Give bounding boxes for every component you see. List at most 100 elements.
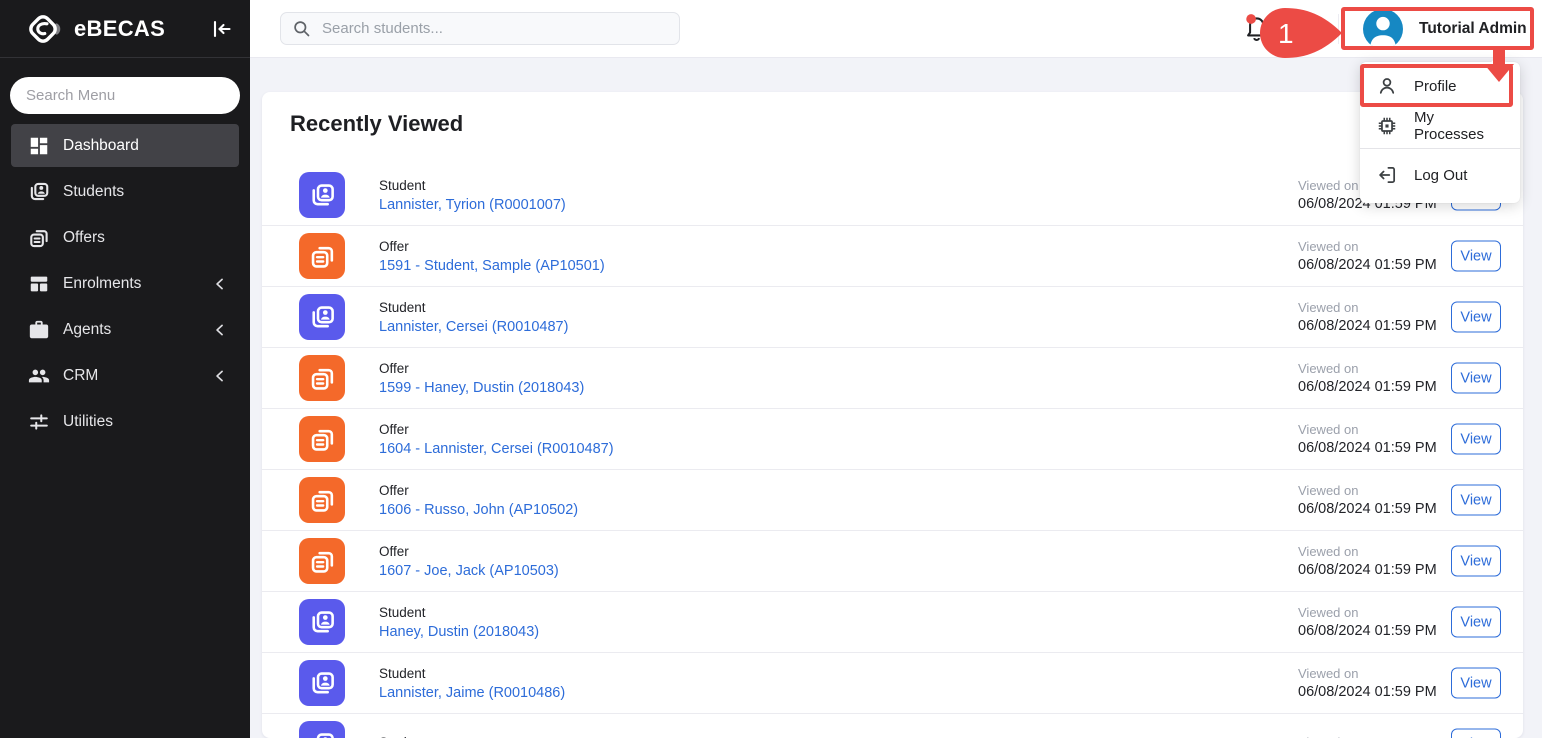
record-link[interactable]: Haney, Dustin (2018043) — [379, 624, 539, 640]
topbar: Tutorial Admin — [250, 0, 1542, 58]
student-icon — [299, 599, 345, 645]
view-button[interactable]: View — [1451, 302, 1501, 333]
dashboard-icon — [28, 135, 50, 157]
crm-icon — [28, 365, 50, 387]
student-icon — [299, 721, 345, 738]
record-link[interactable]: Lannister, Cersei (R0010487) — [379, 319, 568, 335]
viewed-on-label: Viewed on — [1298, 666, 1437, 681]
ebecas-logo — [24, 10, 62, 48]
record-type-label: Student — [379, 735, 426, 738]
record-link[interactable]: 1606 - Russo, John (AP10502) — [379, 502, 578, 518]
list-item: Offer 1591 - Student, Sample (AP10501) V… — [262, 226, 1523, 287]
viewed-date: 06/08/2024 01:59 PM — [1298, 501, 1437, 517]
view-button[interactable]: View — [1451, 668, 1501, 699]
record-link[interactable]: 1607 - Joe, Jack (AP10503) — [379, 563, 559, 579]
notification-bell-icon[interactable] — [1243, 13, 1270, 43]
offer-icon — [299, 355, 345, 401]
viewed-on-label: Viewed on — [1298, 300, 1437, 315]
recently-viewed-list: Student Lannister, Tyrion (R0001007) Vie… — [262, 165, 1523, 738]
menu-divider — [1360, 148, 1520, 149]
students-icon — [28, 181, 50, 203]
chevron-left-icon — [210, 320, 230, 340]
viewed-date: 06/08/2024 01:59 PM — [1298, 379, 1437, 395]
profile-icon — [1376, 75, 1398, 97]
person-avatar-icon — [1363, 9, 1403, 49]
chevron-left-icon — [210, 274, 230, 294]
logout-icon — [1376, 164, 1398, 186]
record-type-label: Offer — [379, 239, 605, 254]
sidebar-item-label: Agents — [63, 321, 111, 339]
sidebar-item-offers[interactable]: Offers — [11, 216, 239, 259]
list-item: Student Viewed on View — [262, 714, 1523, 738]
student-search-input[interactable] — [320, 19, 667, 38]
collapse-sidebar-icon[interactable] — [210, 17, 234, 41]
record-type-label: Student — [379, 300, 568, 315]
offer-icon — [299, 538, 345, 584]
menu-item-label: My Processes — [1414, 109, 1504, 143]
list-item: Student Haney, Dustin (2018043) Viewed o… — [262, 592, 1523, 653]
record-type-label: Offer — [379, 422, 614, 437]
student-icon — [299, 172, 345, 218]
offer-icon — [299, 477, 345, 523]
sidebar-item-utilities[interactable]: Utilities — [11, 400, 239, 443]
sidebar-item-enrolments[interactable]: Enrolments — [11, 262, 239, 305]
viewed-date: 06/08/2024 01:59 PM — [1298, 318, 1437, 334]
list-item: Offer 1607 - Joe, Jack (AP10503) Viewed … — [262, 531, 1523, 592]
viewed-on-label: Viewed on — [1298, 422, 1437, 437]
user-dropdown-menu: Profile My Processes Log Out — [1360, 62, 1520, 203]
agents-icon — [28, 319, 50, 341]
record-link[interactable]: Lannister, Tyrion (R0001007) — [379, 197, 566, 213]
sidebar-item-label: Students — [63, 183, 124, 201]
sidebar-item-crm[interactable]: CRM — [11, 354, 239, 397]
view-button[interactable]: View — [1451, 485, 1501, 516]
topbar-divider — [1338, 14, 1339, 44]
record-link[interactable]: 1599 - Haney, Dustin (2018043) — [379, 380, 584, 396]
sidebar-nav: Dashboard Students Offers Enrolments Age… — [0, 124, 250, 443]
sidebar-item-agents[interactable]: Agents — [11, 308, 239, 351]
app-title: eBECAS — [74, 16, 165, 42]
record-type-label: Student — [379, 666, 565, 681]
sidebar-item-label: Enrolments — [63, 275, 141, 293]
viewed-on-label: Viewed on — [1298, 544, 1437, 559]
sidebar-search-input[interactable] — [10, 77, 240, 114]
view-button[interactable]: View — [1451, 607, 1501, 638]
offer-icon — [299, 416, 345, 462]
sidebar: eBECAS Dashboard Students Offers Enrolme… — [0, 0, 250, 738]
student-icon — [299, 660, 345, 706]
student-icon — [299, 294, 345, 340]
utilities-icon — [28, 411, 50, 433]
search-icon — [293, 20, 310, 37]
student-search-box — [280, 12, 680, 45]
record-link[interactable]: 1591 - Student, Sample (AP10501) — [379, 258, 605, 274]
record-link[interactable]: Lannister, Jaime (R0010486) — [379, 685, 565, 701]
view-button[interactable]: View — [1451, 546, 1501, 577]
viewed-date: 06/08/2024 01:59 PM — [1298, 562, 1437, 578]
record-type-label: Offer — [379, 544, 559, 559]
list-item: Offer 1599 - Haney, Dustin (2018043) Vie… — [262, 348, 1523, 409]
record-type-label: Offer — [379, 483, 578, 498]
viewed-on-label: Viewed on — [1298, 605, 1437, 620]
chevron-left-icon — [210, 366, 230, 386]
recently-viewed-card: Recently Viewed Student Lannister, Tyrio… — [262, 92, 1523, 738]
page-title: Recently Viewed — [290, 111, 1523, 137]
record-type-label: Student — [379, 178, 566, 193]
view-button[interactable]: View — [1451, 424, 1501, 455]
view-button[interactable]: View — [1451, 729, 1501, 738]
record-type-label: Offer — [379, 361, 584, 376]
view-button[interactable]: View — [1451, 241, 1501, 272]
viewed-date: 06/08/2024 01:59 PM — [1298, 623, 1437, 639]
record-link[interactable]: 1604 - Lannister, Cersei (R0010487) — [379, 441, 614, 457]
menu-item-my-processes[interactable]: My Processes — [1360, 106, 1520, 146]
sidebar-item-students[interactable]: Students — [11, 170, 239, 213]
menu-item-log-out[interactable]: Log Out — [1360, 155, 1520, 195]
viewed-on-label: Viewed on — [1298, 239, 1437, 254]
viewed-on-label: Viewed on — [1298, 361, 1437, 376]
offers-icon — [28, 227, 50, 249]
viewed-date: 06/08/2024 01:59 PM — [1298, 440, 1437, 456]
list-item: Offer 1606 - Russo, John (AP10502) Viewe… — [262, 470, 1523, 531]
menu-item-profile[interactable]: Profile — [1360, 66, 1520, 106]
user-menu-button[interactable]: Tutorial Admin — [1363, 8, 1527, 49]
viewed-date: 06/08/2024 01:59 PM — [1298, 257, 1437, 273]
sidebar-item-dashboard[interactable]: Dashboard — [11, 124, 239, 167]
view-button[interactable]: View — [1451, 363, 1501, 394]
